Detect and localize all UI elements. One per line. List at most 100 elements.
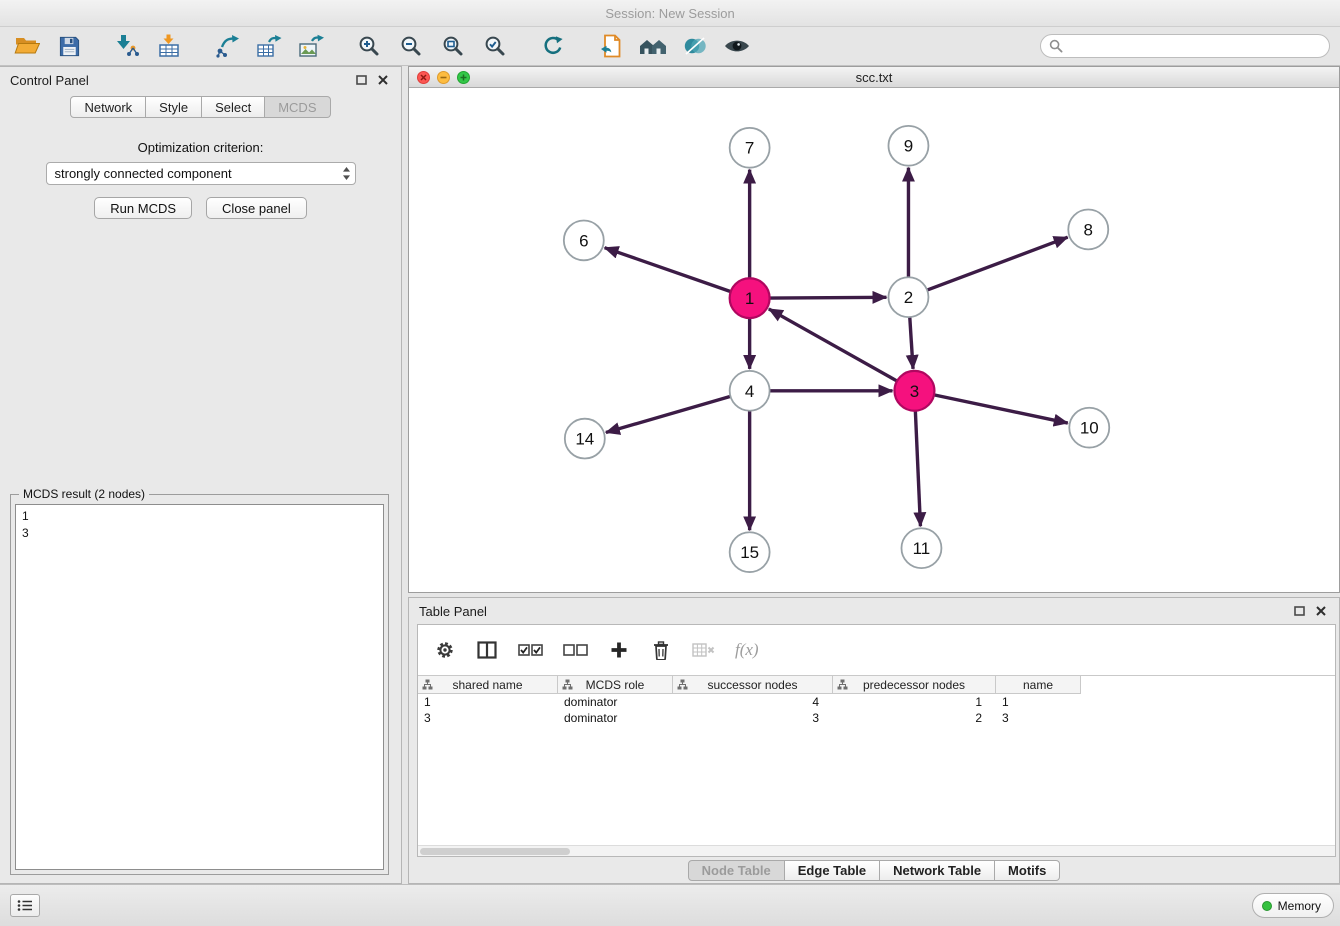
open-file-button[interactable] [594,30,628,62]
run-mcds-button[interactable]: Run MCDS [94,197,192,219]
close-table-panel-button[interactable] [1313,603,1329,619]
graph-node-label: 14 [575,430,594,449]
minimize-window-button[interactable] [437,71,450,84]
edge-1-2[interactable] [770,297,887,298]
tab-network-table[interactable]: Network Table [880,860,995,881]
eye-icon [723,34,751,58]
graph-node-7[interactable]: 7 [730,128,770,168]
import-network-button[interactable] [110,30,144,62]
float-table-panel-button[interactable] [1291,603,1307,619]
open-session-button[interactable] [10,30,44,62]
tab-mcds[interactable]: MCDS [265,96,330,118]
memory-status-button[interactable]: Memory [1252,893,1334,918]
close-panel-button[interactable] [375,72,391,88]
tab-edge-table[interactable]: Edge Table [785,860,880,881]
export-table-button[interactable] [252,30,286,62]
export-image-button[interactable] [294,30,328,62]
cell-shared-name[interactable]: 3 [418,710,558,726]
column-header-predecessor-nodes[interactable]: predecessor nodes [833,676,996,694]
close-panel-action-button[interactable]: Close panel [206,197,307,219]
create-column-button[interactable] [608,637,630,663]
scrollbar-thumb[interactable] [420,848,570,855]
edge-3-11[interactable] [915,411,920,527]
zoom-fit-button[interactable] [436,30,470,62]
close-window-button[interactable] [417,71,430,84]
cell-name[interactable]: 1 [996,694,1081,710]
refresh-view-button[interactable] [536,30,570,62]
mcds-actions: Run MCDS Close panel [0,197,401,219]
cell-successor-nodes[interactable]: 4 [673,694,833,710]
zoom-in-button[interactable] [352,30,386,62]
table-panel-title: Table Panel [419,604,487,619]
show-columns-button[interactable] [476,637,498,663]
tab-select[interactable]: Select [202,96,265,118]
cell-mcds-role[interactable]: dominator [558,710,673,726]
delete-column-button[interactable] [650,637,672,663]
tab-style[interactable]: Style [146,96,202,118]
graph-node-11[interactable]: 11 [901,528,941,568]
function-builder-button[interactable]: f(x) [735,637,759,663]
graph-node-3[interactable]: 3 [894,371,934,411]
search-field[interactable] [1040,34,1330,58]
graph-node-1[interactable]: 1 [730,278,770,318]
traffic-lights [417,71,470,84]
table-toolbar: f(x) [418,625,1335,675]
graph-node-8[interactable]: 8 [1068,210,1108,250]
cell-mcds-role[interactable]: dominator [558,694,673,710]
edge-3-10[interactable] [934,395,1068,423]
tab-motifs[interactable]: Motifs [995,860,1060,881]
edge-2-3[interactable] [910,317,913,369]
show-hide-button[interactable] [720,30,754,62]
edge-4-14[interactable] [606,396,731,432]
tab-node-table[interactable]: Node Table [688,860,785,881]
graph-node-15[interactable]: 15 [730,532,770,572]
graph-node-4[interactable]: 4 [730,371,770,411]
graph-node-2[interactable]: 2 [888,277,928,317]
table-settings-button[interactable] [434,637,456,663]
mcds-result-line: 3 [22,525,377,542]
zoom-out-button[interactable] [394,30,428,62]
zoom-window-button[interactable] [457,71,470,84]
graph-node-label: 2 [904,288,913,307]
zoom-selected-button[interactable] [478,30,512,62]
zoom-in-icon [357,34,381,58]
search-input[interactable] [1069,39,1321,53]
graph-node-label: 15 [740,543,759,562]
column-header-successor-nodes[interactable]: successor nodes [673,676,833,694]
tab-network[interactable]: Network [70,96,146,118]
network-graph[interactable]: 7 9 6 8 1 2 4 3 14 10 15 11 [409,89,1339,592]
float-panel-button[interactable] [353,72,369,88]
table-row[interactable]: 3 dominator 3 2 3 [418,710,1335,726]
optimization-criterion-dropdown[interactable]: strongly connected component [46,162,356,185]
edge-2-8[interactable] [927,237,1068,290]
home-button[interactable] [636,30,670,62]
import-table-button[interactable] [152,30,186,62]
task-history-button[interactable] [10,894,40,917]
venn-button[interactable] [678,30,712,62]
column-header-name[interactable]: name [996,676,1081,694]
column-header-shared-name[interactable]: shared name [418,676,558,694]
deselect-all-rows-button[interactable] [563,637,588,663]
select-all-rows-button[interactable] [518,637,543,663]
cell-name[interactable]: 3 [996,710,1081,726]
close-icon [1316,606,1326,616]
edge-3-1[interactable] [769,309,897,381]
cell-predecessor-nodes[interactable]: 2 [833,710,996,726]
cell-successor-nodes[interactable]: 3 [673,710,833,726]
export-network-button[interactable] [210,30,244,62]
zoom-out-icon [399,34,423,58]
graph-node-14[interactable]: 14 [565,419,605,459]
control-panel-tab-bar: Network Style Select MCDS [0,96,401,118]
network-canvas[interactable]: 7 9 6 8 1 2 4 3 14 10 15 11 [409,89,1339,592]
delete-table-button[interactable] [692,637,715,663]
graph-node-10[interactable]: 10 [1069,408,1109,448]
edge-1-6[interactable] [605,248,731,292]
cell-predecessor-nodes[interactable]: 1 [833,694,996,710]
horizontal-scrollbar[interactable] [418,845,1335,856]
column-header-mcds-role[interactable]: MCDS role [558,676,673,694]
graph-node-9[interactable]: 9 [888,126,928,166]
cell-shared-name[interactable]: 1 [418,694,558,710]
graph-node-6[interactable]: 6 [564,220,604,260]
save-session-button[interactable] [52,30,86,62]
table-row[interactable]: 1 dominator 4 1 1 [418,694,1335,710]
